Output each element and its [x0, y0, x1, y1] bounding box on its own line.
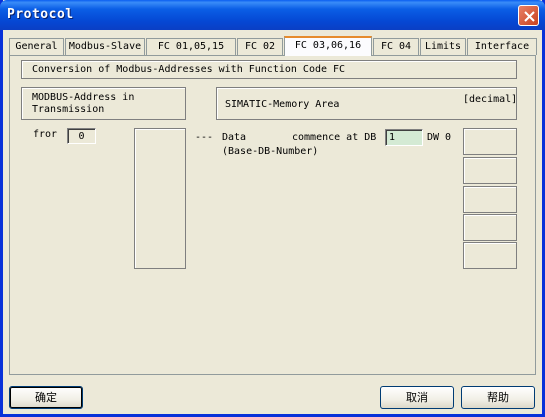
title-bar[interactable]: Protocol	[0, 0, 545, 30]
modbus-address-header: MODBUS-Address in Transmission	[21, 87, 186, 120]
heading-box: Conversion of Modbus-Addresses with Func…	[21, 60, 517, 79]
tab-fc-02[interactable]: FC 02	[237, 38, 283, 55]
from-label: fror	[33, 129, 58, 140]
help-button[interactable]: 帮助	[461, 386, 535, 409]
close-button[interactable]	[518, 5, 539, 26]
tab-limits[interactable]: Limits	[420, 38, 466, 55]
address-list-box	[134, 128, 186, 269]
db-number-field[interactable]: 1	[385, 129, 423, 146]
tab-general[interactable]: General	[9, 38, 64, 55]
modbus-header-line2: Transmission	[32, 104, 105, 115]
result-box	[463, 157, 517, 184]
tab-interface[interactable]: Interface	[467, 38, 537, 55]
conversion-heading: Conversion of Modbus-Addresses with Func…	[32, 64, 346, 75]
from-address-field[interactable]: 0	[67, 128, 96, 144]
tab-modbus-slave[interactable]: Modbus-Slave	[65, 38, 145, 55]
ok-button[interactable]: 确定	[9, 386, 83, 409]
decimal-label: [decimal]	[463, 94, 518, 105]
dw-label: DW 0	[427, 132, 452, 143]
tab-fc-03-06-16[interactable]: FC 03,06,16	[284, 36, 372, 56]
result-box	[463, 214, 517, 241]
tab-panel: Conversion of Modbus-Addresses with Func…	[9, 55, 536, 375]
window-title: Protocol	[7, 7, 74, 22]
modbus-header-line1: MODBUS-Address in	[32, 92, 135, 103]
result-box	[463, 242, 517, 269]
dashes-label: ---	[195, 132, 214, 143]
data-label: Data	[222, 132, 247, 143]
tab-fc-04[interactable]: FC 04	[373, 38, 419, 55]
close-icon	[524, 11, 535, 22]
simatic-memory-header: SIMATIC-Memory Area [decimal]	[216, 87, 517, 120]
cancel-button[interactable]: 取消	[380, 386, 454, 409]
tab-fc-01-05-15[interactable]: FC 01,05,15	[146, 38, 236, 55]
commence-label: commence at DB	[292, 132, 377, 143]
result-box	[463, 128, 517, 155]
simatic-header-label: SIMATIC-Memory Area	[225, 99, 340, 110]
base-db-label: (Base-DB-Number)	[222, 146, 319, 157]
result-box	[463, 186, 517, 213]
